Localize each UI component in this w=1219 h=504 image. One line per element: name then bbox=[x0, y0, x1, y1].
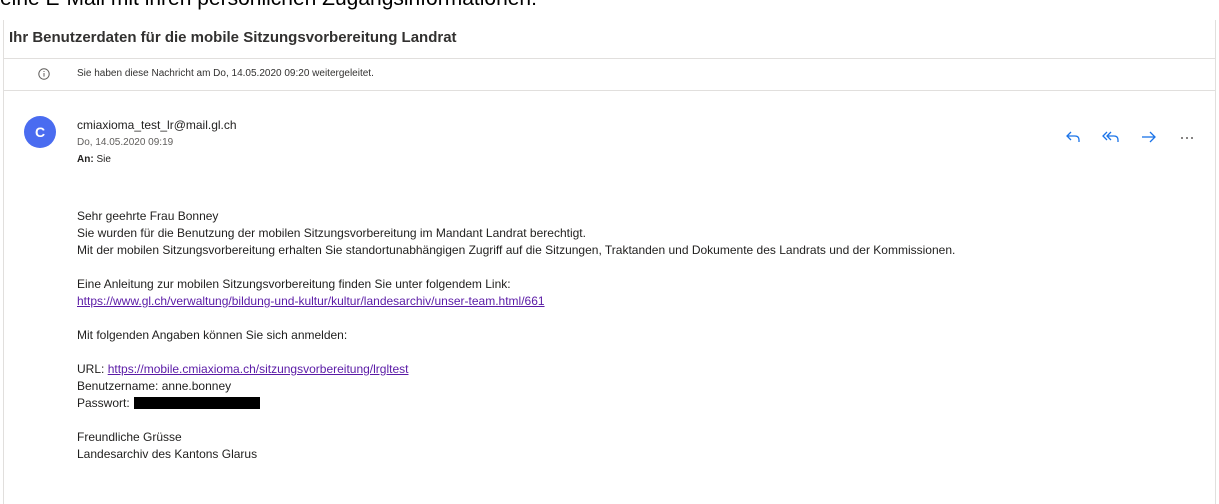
avatar[interactable]: C bbox=[24, 116, 56, 148]
guide-link[interactable]: https://www.gl.ch/verwaltung/bildung-und… bbox=[77, 294, 545, 308]
signature: Landesarchiv des Kantons Glarus bbox=[77, 447, 258, 461]
forward-notice-bar: Sie haben diese Nachricht am Do, 14.05.2… bbox=[4, 59, 1215, 91]
page-caption: eine E-Mail mit ihren persönlichen Zugan… bbox=[0, 0, 537, 11]
forward-notice: Sie haben diese Nachricht am Do, 14.05.2… bbox=[77, 68, 374, 79]
password-label: Passwort: bbox=[77, 396, 130, 410]
body-line: Mit der mobilen Sitzungsvorbereitung erh… bbox=[77, 243, 956, 257]
subject-bar: Ihr Benutzerdaten für die mobile Sitzung… bbox=[4, 20, 1215, 59]
to-label: An: bbox=[77, 154, 94, 165]
url-label: URL: bbox=[77, 362, 105, 376]
message-date: Do, 14.05.2020 09:19 bbox=[77, 137, 174, 148]
message: C cmiaxioma_test_lr@mail.gl.ch Do, 14.05… bbox=[4, 91, 1215, 504]
reply-button[interactable] bbox=[1059, 127, 1087, 147]
reply-all-icon bbox=[1102, 131, 1119, 142]
reply-icon bbox=[1066, 131, 1080, 142]
email-subject: Ihr Benutzerdaten für die mobile Sitzung… bbox=[9, 29, 457, 46]
email-reading-pane: Ihr Benutzerdaten für die mobile Sitzung… bbox=[3, 20, 1216, 504]
message-body: Sehr geehrte Frau Bonney Sie wurden für … bbox=[77, 208, 1207, 463]
forward-button[interactable] bbox=[1135, 127, 1163, 147]
recipient-line: An: Sie bbox=[77, 154, 111, 165]
body-line: Sie wurden für die Benutzung der mobilen… bbox=[77, 226, 586, 240]
message-actions bbox=[1059, 127, 1201, 147]
sender-address[interactable]: cmiaxioma_test_lr@mail.gl.ch bbox=[77, 118, 237, 132]
to-value[interactable]: Sie bbox=[96, 154, 110, 165]
reply-all-button[interactable] bbox=[1097, 127, 1125, 147]
login-intro: Mit folgenden Angaben können Sie sich an… bbox=[77, 328, 348, 342]
password-redaction bbox=[133, 397, 260, 409]
more-actions-button[interactable] bbox=[1173, 127, 1201, 147]
password-line: Passwort: bbox=[77, 395, 1207, 412]
username-line: Benutzername: anne.bonney bbox=[77, 379, 232, 393]
closing: Freundliche Grüsse bbox=[77, 430, 182, 444]
login-url-link[interactable]: https://mobile.cmiaxioma.ch/sitzungsvorb… bbox=[108, 362, 409, 376]
info-icon bbox=[38, 68, 50, 80]
url-line: URL: https://mobile.cmiaxioma.ch/sitzung… bbox=[77, 361, 1207, 378]
guide-intro: Eine Anleitung zur mobilen Sitzungsvorbe… bbox=[77, 277, 511, 291]
greeting: Sehr geehrte Frau Bonney bbox=[77, 209, 219, 223]
forward-icon bbox=[1142, 131, 1156, 143]
more-icon bbox=[1181, 137, 1193, 139]
